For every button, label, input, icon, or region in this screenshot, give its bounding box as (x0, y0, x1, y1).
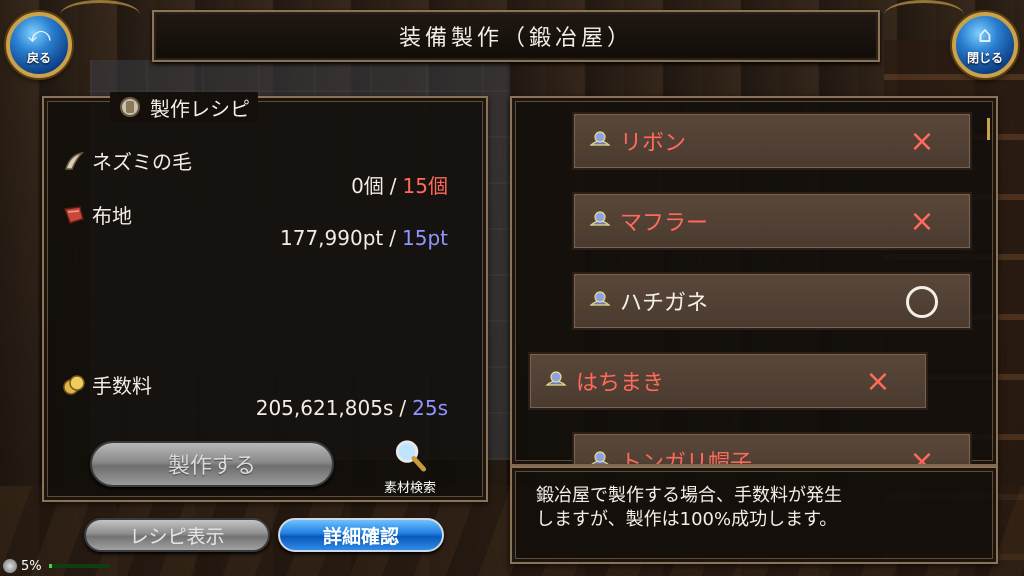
coin-icon (63, 374, 85, 395)
back-button-label: 戻る (26, 50, 51, 65)
cross-icon: × (909, 444, 935, 466)
material-search-button[interactable]: 素材検索 (372, 438, 448, 496)
status-percent: 5% (21, 558, 42, 574)
status-indicator: 5% (2, 556, 109, 576)
list-item-hachimaki-selected[interactable]: はちまき × (528, 352, 928, 410)
frame-ornament-right (884, 0, 964, 30)
status-progress-bar (48, 564, 109, 568)
hat-icon (588, 447, 612, 464)
material-have-1: 0個 (351, 174, 384, 198)
list-item-pointed-hat[interactable]: トンガリ帽子 × (572, 432, 972, 466)
cloth-icon (63, 205, 84, 224)
amount-separator: / (399, 396, 407, 420)
magnifier-icon (395, 440, 427, 472)
list-item-muffler[interactable]: マフラー × (572, 192, 972, 250)
unavailable-mark: × (904, 204, 940, 240)
hat-icon (544, 367, 568, 395)
item-name: はちまき (576, 371, 665, 396)
material-need-2: 15pt (402, 226, 448, 250)
material-search-label: 素材検索 (383, 481, 436, 496)
material-need-1: 15個 (402, 174, 448, 198)
item-name: マフラー (620, 211, 709, 236)
item-list-panel[interactable]: リボン × マフラー × ハチガネ はちまき × トンガリ帽子 × (510, 96, 998, 466)
circle-icon (906, 286, 938, 318)
message-line-1: 鍛冶屋で製作する場合、手数料が発生 (536, 485, 842, 506)
back-button[interactable]: ⤺ 戻る (6, 12, 72, 78)
detail-confirm-button[interactable]: 詳細確認 (278, 518, 444, 552)
return-arrow-icon: ⤺ (27, 22, 51, 48)
close-button-label: 閉じる (966, 50, 1003, 65)
material-amount-2: 177,990pt/15pt (68, 226, 448, 250)
available-mark (904, 284, 940, 320)
fee-row: 手数料 (62, 370, 152, 399)
unavailable-mark: × (860, 364, 896, 400)
material-have-2: 177,990pt (280, 226, 384, 250)
status-orb-icon (2, 558, 18, 574)
item-name: ハチガネ (620, 291, 709, 316)
item-name: トンガリ帽子 (620, 451, 753, 466)
frame-ornament-left (60, 0, 140, 30)
fee-have: 205,621,805s (255, 396, 394, 420)
material-amount-1: 0個/15個 (68, 170, 448, 199)
hat-icon (588, 287, 612, 315)
amount-separator: / (389, 226, 396, 250)
home-icon: ⌂ (978, 22, 992, 48)
fee-label: 手数料 (92, 374, 152, 398)
recipe-heading: 製作レシピ (110, 92, 258, 122)
hat-icon (588, 127, 612, 155)
cross-icon: × (865, 364, 891, 399)
crafting-gear-icon (120, 97, 140, 117)
list-item-hachigane[interactable]: ハチガネ (572, 272, 972, 330)
close-button[interactable]: ⌂ 閉じる (952, 12, 1018, 78)
hat-icon (588, 207, 612, 235)
recipe-heading-label: 製作レシピ (150, 96, 250, 121)
message-panel: 鍛冶屋で製作する場合、手数料が発生 しますが、製作は100%成功します。 (510, 466, 998, 564)
material-name-2: 布地 (92, 204, 132, 228)
fur-icon (65, 151, 85, 170)
unavailable-mark: × (904, 124, 940, 160)
item-name: リボン (620, 131, 687, 156)
status-progress-fill (48, 564, 52, 568)
scrollbar-thumb[interactable] (987, 118, 990, 140)
page-title: 装備製作（鍛冶屋） (398, 26, 633, 51)
message-line-2: しますが、製作は100%成功します。 (536, 509, 838, 530)
cross-icon: × (909, 124, 935, 159)
cross-icon: × (909, 204, 935, 239)
recipe-display-button[interactable]: レシピ表示 (84, 518, 270, 552)
fee-need: 25s (412, 396, 448, 420)
fee-amount: 205,621,805s/25s (68, 396, 448, 420)
list-item-ribbon[interactable]: リボン × (572, 112, 972, 170)
title-bar: 装備製作（鍛冶屋） (152, 10, 880, 62)
amount-separator: / (389, 174, 397, 198)
craft-button[interactable]: 製作する (90, 441, 334, 487)
unavailable-mark: × (904, 444, 940, 466)
message-text: 鍛冶屋で製作する場合、手数料が発生 しますが、製作は100%成功します。 (536, 484, 976, 532)
material-row-2: 布地 (62, 200, 132, 229)
